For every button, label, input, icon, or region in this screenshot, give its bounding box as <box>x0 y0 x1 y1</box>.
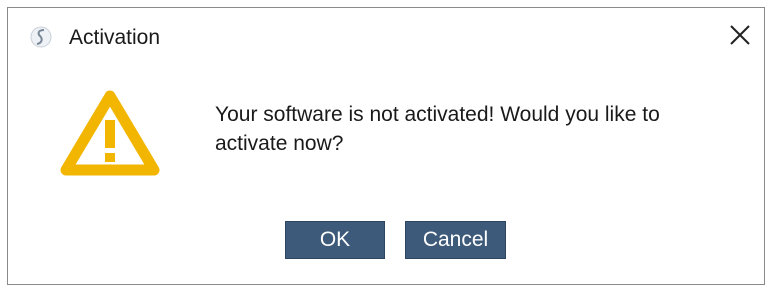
ok-button[interactable]: OK <box>285 221 385 259</box>
title-bar[interactable]: Activation <box>8 8 764 66</box>
close-button[interactable] <box>716 8 764 66</box>
app-logo-icon <box>30 25 52 49</box>
close-icon <box>729 24 751 51</box>
activation-dialog: Activation Your software is not activate… <box>7 7 765 285</box>
warning-icon <box>58 86 162 178</box>
dialog-message: Your software is not activated! Would yo… <box>215 103 660 155</box>
cancel-button[interactable]: Cancel <box>405 221 506 259</box>
window-title: Activation <box>69 26 161 49</box>
